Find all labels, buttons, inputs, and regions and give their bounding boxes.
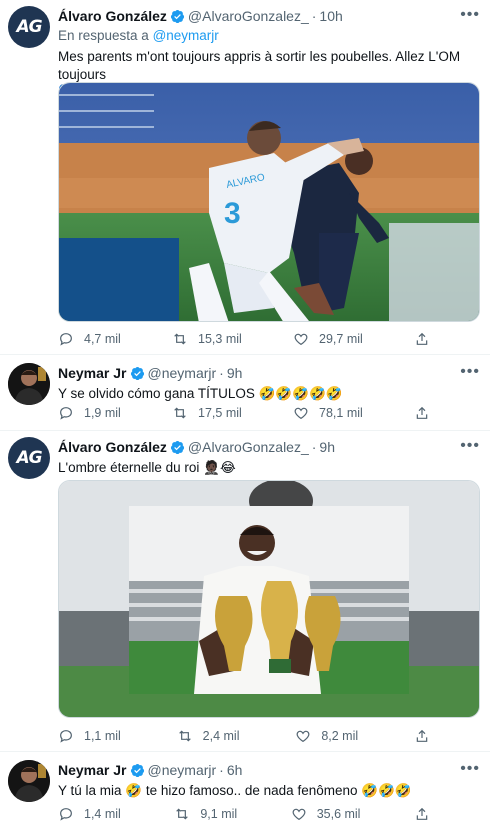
retweet-icon	[176, 808, 189, 820]
football-photo: 3 ALVARO	[59, 83, 479, 321]
more-options-icon[interactable]: •••	[460, 363, 480, 381]
share-icon	[416, 406, 428, 419]
neymar-avatar-image	[8, 363, 50, 405]
tweet-media-photo[interactable]: 3 ALVARO	[58, 82, 480, 322]
retweet-button[interactable]: 9,1 mil	[174, 806, 237, 822]
tweet-text: L'ombre éternelle du roi 🤵🏿😂	[58, 460, 236, 475]
tweet-text: Y se olvido cómo gana TÍTULOS 🤣🤣🤣🤣🤣	[58, 386, 343, 401]
tweet-media-photo[interactable]	[58, 480, 480, 718]
timestamp[interactable]: 6h	[227, 762, 243, 778]
reply-button[interactable]: 1,4 mil	[58, 806, 121, 822]
tweet-header: Álvaro González @AlvaroGonzalez_ · 10h •…	[58, 6, 480, 24]
retweet-icon	[178, 730, 191, 742]
pele-trophies-photo	[59, 481, 479, 717]
tweet-2[interactable]: Neymar Jr @neymarjr · 9h ••• Y se olvido…	[0, 355, 490, 430]
avatar-alvaro[interactable]: AG	[8, 6, 50, 48]
handle[interactable]: @AlvaroGonzalez_	[188, 439, 309, 455]
retweet-button[interactable]: 17,5 mil	[172, 405, 242, 421]
tweet-4[interactable]: Neymar Jr @neymarjr · 6h ••• Y tú la mia…	[0, 752, 490, 831]
like-button[interactable]: 8,2 mil	[295, 728, 358, 744]
retweet-icon	[174, 407, 186, 419]
avatar-neymar[interactable]	[8, 760, 50, 802]
display-name[interactable]: Álvaro González	[58, 439, 167, 455]
more-options-icon[interactable]: •••	[460, 437, 480, 455]
reply-icon	[60, 808, 72, 821]
tweet-actions: 1,9 mil 17,5 mil 78,1 mil	[58, 403, 430, 423]
heart-icon	[294, 407, 308, 420]
share-button[interactable]	[414, 331, 430, 347]
handle[interactable]: @neymarjr	[148, 365, 217, 381]
heart-icon	[296, 730, 310, 743]
tweet-actions: 1,4 mil 9,1 mil 35,6 mil	[58, 804, 430, 824]
share-icon	[416, 729, 428, 742]
tweet-header: Neymar Jr @neymarjr · 6h •••	[58, 760, 480, 778]
retweet-button[interactable]: 15,3 mil	[172, 331, 242, 347]
tweet-text: Y tú la mia 🤣 te hizo famoso.. de nada f…	[58, 783, 412, 798]
verified-badge-icon	[170, 440, 184, 454]
like-button[interactable]: 29,7 mil	[293, 331, 363, 347]
tweet-3[interactable]: AG Álvaro González @AlvaroGonzalez_ · 9h…	[0, 431, 490, 751]
reply-button[interactable]: 1,9 mil	[58, 405, 121, 421]
retweet-button[interactable]: 2,4 mil	[177, 728, 239, 744]
verified-badge-icon	[170, 9, 184, 23]
share-icon	[416, 807, 428, 820]
timestamp[interactable]: 10h	[319, 8, 342, 24]
svg-text:3: 3	[224, 197, 241, 230]
share-button[interactable]	[414, 806, 430, 822]
retweet-icon	[174, 333, 186, 345]
mention-link[interactable]: @neymarjr	[153, 28, 219, 43]
handle[interactable]: @AlvaroGonzalez_	[188, 8, 309, 24]
like-button[interactable]: 35,6 mil	[291, 806, 360, 822]
tweet-1[interactable]: AG Álvaro González @AlvaroGonzalez_ · 10…	[0, 0, 490, 355]
reply-icon	[60, 333, 72, 346]
timestamp[interactable]: 9h	[227, 365, 243, 381]
avatar-neymar[interactable]	[8, 363, 50, 405]
heart-icon	[292, 808, 306, 821]
display-name[interactable]: Neymar Jr	[58, 365, 127, 381]
share-button[interactable]	[414, 405, 430, 421]
more-options-icon[interactable]: •••	[460, 6, 480, 24]
tweet-header: Neymar Jr @neymarjr · 9h •••	[58, 363, 480, 381]
tweet-actions: 1,1 mil 2,4 mil 8,2 mil	[58, 726, 430, 746]
share-button[interactable]	[414, 728, 430, 744]
more-options-icon[interactable]: •••	[460, 760, 480, 778]
heart-icon	[294, 333, 308, 346]
display-name[interactable]: Neymar Jr	[58, 762, 127, 778]
verified-badge-icon	[130, 366, 144, 380]
reply-context: En respuesta a @neymarjr	[58, 28, 219, 43]
like-button[interactable]: 78,1 mil	[293, 405, 363, 421]
tweet-actions: 4,7 mil 15,3 mil 29,7 mil	[58, 329, 430, 349]
neymar-avatar-image	[8, 760, 50, 802]
display-name[interactable]: Álvaro González	[58, 8, 167, 24]
tweet-header: Álvaro González @AlvaroGonzalez_ · 9h ••…	[58, 437, 480, 455]
reply-button[interactable]: 1,1 mil	[58, 728, 121, 744]
share-icon	[416, 332, 428, 345]
reply-icon	[60, 407, 72, 420]
timestamp[interactable]: 9h	[319, 439, 335, 455]
verified-badge-icon	[130, 763, 144, 777]
avatar-alvaro[interactable]: AG	[8, 437, 50, 479]
handle[interactable]: @neymarjr	[148, 762, 217, 778]
reply-icon	[60, 730, 72, 743]
reply-button[interactable]: 4,7 mil	[58, 331, 121, 347]
